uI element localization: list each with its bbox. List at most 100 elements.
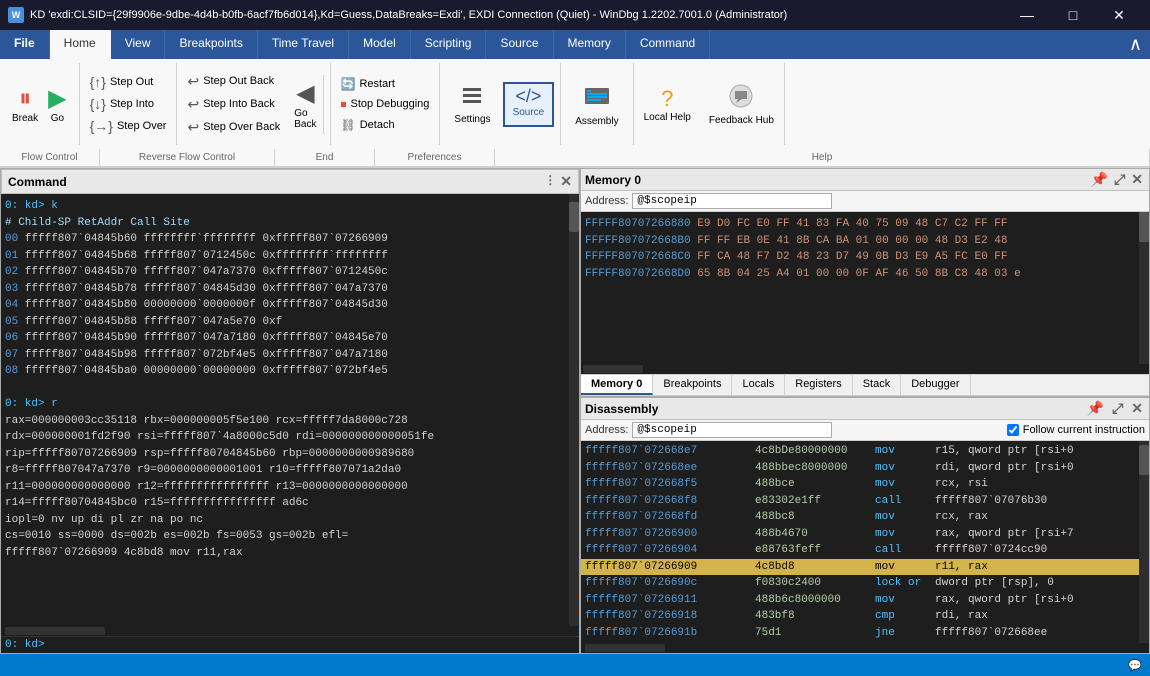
minimize-button[interactable]: — [1004,0,1050,30]
memory-tab-memory0[interactable]: Memory 0 [581,375,653,395]
memory-hscroll[interactable] [581,364,1149,374]
cmd-line-header: # Child-SP RetAddr Call Site [5,215,575,232]
assembly-button[interactable]: Assembly [567,80,626,129]
memory-pin-icon[interactable]: 📌 [1089,171,1110,188]
right-panels: Memory 0 📌 ⤢ ✕ Address: FFFFF80707266880… [580,168,1150,654]
disasm-header: Disassembly 📌 ⤢ ✕ [581,398,1149,420]
step-into-back-button[interactable]: ↩ Step Into Back [183,94,284,115]
step-into-button[interactable]: {↓} Step Into [86,94,171,114]
disasm-popout-icon[interactable]: ⤢ [1110,400,1125,417]
tab-memory[interactable]: Memory [554,30,626,59]
memory-panel-header: Memory 0 📌 ⤢ ✕ [581,169,1149,191]
cmd-line-iopl: iopl=0 nv up di pl zr na po nc [5,512,575,529]
command-scrollbar[interactable] [569,194,579,626]
detach-button[interactable]: ⛓ Detach [337,116,434,134]
command-input[interactable] [49,639,575,651]
local-help-button[interactable]: ? Local Help [636,84,699,125]
disasm-title: Disassembly [585,402,658,416]
command-panel-header: Command ⋮ ✕ [1,169,579,194]
disasm-scrollbar[interactable] [1139,441,1149,643]
command-hscroll-thumb[interactable] [5,627,105,635]
memory-close-icon[interactable]: ✕ [1129,171,1145,188]
command-panel-controls[interactable]: ⋮ ✕ [544,173,572,190]
tab-view[interactable]: View [111,30,166,59]
feedback-hub-button[interactable]: Feedback Hub [701,81,782,128]
tab-model[interactable]: Model [349,30,411,59]
disasm-row-10: fffff807`07266918483bf8 cmp rdi, rax [581,608,1149,625]
tab-source[interactable]: Source [486,30,553,59]
disasm-hscroll[interactable] [581,643,1149,653]
window-controls[interactable]: — □ ✕ [1004,0,1142,30]
command-drag-icon[interactable]: ⋮ [544,173,556,190]
memory-tab-registers[interactable]: Registers [785,375,852,395]
memory-scrollbar-thumb[interactable] [1139,212,1149,242]
disasm-hscroll-thumb[interactable] [585,644,665,652]
tab-home[interactable]: Home [50,30,111,59]
settings-button[interactable]: Settings [446,82,498,127]
break-button[interactable]: ⏸ Break [8,83,42,126]
step-out-button[interactable]: {↑} Step Out [86,72,171,92]
chat-icon[interactable]: 💬 [1128,659,1142,672]
close-button[interactable]: ✕ [1096,0,1142,30]
disasm-row-6: fffff807`07266904e88763feff call fffff80… [581,542,1149,559]
memory-address-input[interactable] [632,193,832,209]
preferences-group-label: Preferences [375,149,495,166]
tab-time-travel[interactable]: Time Travel [258,30,349,59]
memory-tab-breakpoints[interactable]: Breakpoints [653,375,732,395]
tab-file[interactable]: File [0,30,50,59]
ribbon-content: ⏸ Break ▶ Go {↑} Step Out {↓} Step Into [0,59,1150,149]
memory-tab-stack[interactable]: Stack [853,375,902,395]
memory-panel-icons[interactable]: 📌 ⤢ ✕ [1089,171,1145,188]
settings-label: Settings [454,114,490,125]
memory-tab-debugger[interactable]: Debugger [901,375,970,395]
tab-command[interactable]: Command [626,30,710,59]
memory-panel: Memory 0 📌 ⤢ ✕ Address: FFFFF80707266880… [580,168,1150,397]
memory-row-3: FFFFF807072668D0 65 8B 04 25 A4 01 00 00… [585,266,1145,283]
tab-scripting[interactable]: Scripting [411,30,487,59]
memory-tab-locals[interactable]: Locals [732,375,785,395]
local-help-icon: ? [661,86,673,112]
command-scrollbar-thumb[interactable] [569,202,579,232]
command-hscroll[interactable] [1,626,579,636]
help-group: ? Local Help Feedback Hub [634,63,785,145]
title-bar: W KD 'exdi:CLSID={29f9906e-9dbe-4d4b-b0f… [0,0,1150,30]
step-over-back-button[interactable]: ↩ Step Over Back [183,117,284,138]
ribbon-expand-icon[interactable]: ∧ [1121,30,1150,59]
memory-title-area: Memory 0 [585,173,641,187]
source-button[interactable]: </> Source [503,82,555,127]
go-button[interactable]: ▶ Go [44,82,70,126]
disasm-header-icons[interactable]: 📌 ⤢ ✕ [1085,400,1145,417]
restart-button[interactable]: 🔄 Restart [337,75,434,93]
memory-popout-icon[interactable]: ⤢ [1112,171,1127,188]
step-out-back-button[interactable]: ↩ Step Out Back [183,71,284,92]
memory-row-2: FFFFF807072668C0 FF CA 48 F7 D2 48 23 D7… [585,249,1145,266]
source-icon: </> [515,86,541,107]
disasm-address-input[interactable] [632,422,832,438]
disasm-row-2: fffff807`072668f5488bce mov rcx, rsi [581,476,1149,493]
tab-breakpoints[interactable]: Breakpoints [165,30,257,59]
memory-row-1: FFFFF807072668B0 FF FF EB 0E 41 8B CA BA… [585,233,1145,250]
app-icon: W [8,7,24,23]
step-over-button[interactable]: {→} Step Over [86,116,171,136]
memory-scrollbar[interactable] [1139,212,1149,364]
step-out-back-icon: ↩ [187,73,199,90]
follow-instruction-control[interactable]: Follow current instruction [1007,424,1145,436]
disasm-row-11: fffff807`0726691b75d1 jne fffff807`07266… [581,625,1149,642]
disasm-pin-icon[interactable]: 📌 [1085,400,1106,417]
local-help-label: Local Help [644,112,691,123]
stop-debugging-button[interactable]: ⏹ Stop Debugging [337,95,434,114]
command-close-button[interactable]: ✕ [560,173,572,190]
disasm-scrollbar-thumb[interactable] [1139,445,1149,475]
stop-icon: ⏹ [341,97,347,112]
disasm-row-highlighted: fffff807`072669094c8bd8 mov r11, rax [581,559,1149,576]
detach-label: Detach [360,119,395,131]
step-out-back-label: Step Out Back [203,75,274,87]
follow-checkbox[interactable] [1007,424,1019,436]
disasm-row-9: fffff807`07266911488b6c8000000 mov rax, … [581,592,1149,609]
disasm-close-icon[interactable]: ✕ [1129,400,1145,417]
maximize-button[interactable]: □ [1050,0,1096,30]
main-area: Command ⋮ ✕ 0: kd> k # Child-SP RetAddr … [0,168,1150,654]
go-back-button[interactable]: ◀ GoBack [288,75,323,134]
memory-hscroll-thumb[interactable] [583,365,643,373]
flow-control-group-label: Flow Control [0,149,100,166]
